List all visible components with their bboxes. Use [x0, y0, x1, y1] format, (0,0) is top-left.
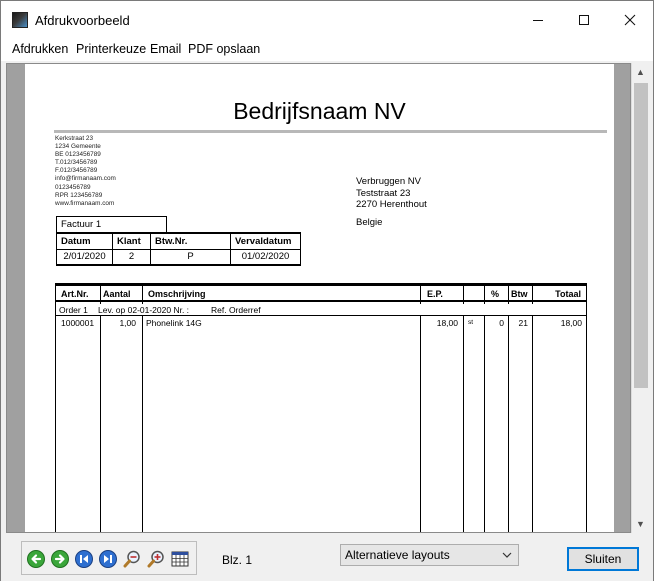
column-divider: [420, 284, 421, 532]
cell-unit: st: [468, 319, 474, 326]
sender-line: 1234 Gemeente: [55, 143, 101, 151]
column-divider: [508, 284, 509, 532]
window-title: Afdrukvoorbeeld: [35, 13, 130, 28]
menu-afdrukken[interactable]: Afdrukken: [12, 42, 68, 56]
minimize-icon: [533, 20, 543, 21]
invoice-number: Factuur 1: [56, 216, 167, 232]
cell-totaal: 18,00: [560, 318, 582, 328]
order-row: Order 1 Lev. op 02-01-2020 Nr. : Ref. Or…: [56, 304, 586, 316]
column-divider: [532, 284, 533, 532]
scroll-up-icon[interactable]: ▲: [636, 67, 645, 77]
sender-line: Kerkstraat 23: [55, 135, 94, 142]
cell-ep: 18,00: [436, 318, 458, 328]
navigation-toolbar: [21, 541, 197, 575]
column-divider: [463, 284, 464, 532]
order-number: Order 1: [59, 305, 88, 315]
sender-address: Kerkstraat 23 1234 Gemeente BE 012345678…: [55, 135, 116, 208]
header-omschrijving: Omschrijving: [148, 289, 206, 299]
info-value-klant: 2: [112, 248, 151, 266]
info-value-datum: 2/01/2020: [56, 248, 113, 266]
scroll-down-icon[interactable]: ▼: [636, 519, 645, 529]
header-rule: [54, 130, 607, 133]
info-value-btwnr: P: [150, 248, 231, 266]
app-icon: [12, 12, 28, 28]
sender-line: F.012/3456789: [55, 167, 98, 175]
recipient-street: Teststraat 23: [356, 187, 411, 199]
cell-artnr: 1000001: [61, 318, 95, 328]
header-pct: %: [491, 289, 500, 299]
last-page-icon[interactable]: [98, 549, 118, 569]
page-indicator: Blz. 1: [222, 553, 253, 567]
print-preview-window: Afdrukvoorbeeld Afdrukken Printerkeuze E…: [0, 0, 654, 581]
menu-pdf-opslaan[interactable]: PDF opslaan: [188, 42, 260, 56]
bottom-toolbar: Blz. 1 Alternatieve layouts Sluiten: [1, 533, 653, 581]
cell-pct: 0: [499, 318, 504, 328]
sender-line: T.012/3456789: [55, 159, 98, 167]
next-page-icon[interactable]: [50, 549, 70, 569]
recipient-address: Verbruggen NV Teststraat 23 2270 Herenth…: [356, 176, 427, 228]
previous-page-icon[interactable]: [74, 549, 94, 569]
order-reference: Ref. Orderref: [211, 305, 261, 315]
menu-bar: Afdrukken Printerkeuze Email PDF opslaan: [1, 39, 653, 61]
items-table: Art.Nr. Aantal Omschrijving E.P. % Btw T…: [55, 283, 587, 532]
sender-line: RPR 123456789: [55, 191, 103, 199]
info-header-vervaldatum: Vervaldatum: [230, 232, 301, 250]
info-header-klant: Klant: [112, 232, 151, 250]
zoom-out-icon[interactable]: [122, 549, 142, 569]
header-ep: E.P.: [427, 289, 443, 299]
info-header-btwnr: Btw.Nr.: [150, 232, 231, 250]
page-grid-icon[interactable]: [170, 549, 190, 569]
column-divider: [100, 284, 101, 532]
order-delivery: Lev. op 02-01-2020 Nr. :: [98, 305, 190, 315]
cell-aantal: 1,00: [119, 318, 136, 328]
header-artnr: Art.Nr.: [61, 289, 89, 299]
sender-line: www.firmanaam.com: [55, 199, 115, 207]
sender-line: info@firmanaam.com: [55, 175, 116, 183]
close-icon: [624, 14, 636, 26]
info-value-vervaldatum: 01/02/2020: [230, 248, 301, 266]
items-header-row: Art.Nr. Aantal Omschrijving E.P. % Btw T…: [56, 284, 586, 302]
menu-email[interactable]: Email: [150, 42, 181, 56]
sender-line: 0123456789: [55, 183, 91, 191]
alternative-layouts-select[interactable]: Alternatieve layouts: [340, 544, 519, 566]
zoom-in-icon[interactable]: [146, 549, 166, 569]
minimize-button[interactable]: [515, 1, 561, 39]
column-divider: [484, 284, 485, 532]
header-btw: Btw: [511, 289, 528, 299]
maximize-icon: [579, 15, 589, 25]
info-header-datum: Datum: [56, 232, 113, 250]
cell-btw: 21: [518, 318, 528, 328]
close-window-button[interactable]: [607, 1, 653, 39]
recipient-name: Verbruggen NV: [356, 176, 421, 187]
menu-printerkeuze[interactable]: Printerkeuze: [76, 42, 146, 56]
first-page-icon[interactable]: [26, 549, 46, 569]
chevron-down-icon: [502, 552, 512, 558]
recipient-city: 2270 Herenthout: [356, 199, 427, 210]
column-divider: [142, 284, 143, 532]
vertical-scrollbar[interactable]: ▲ ▼: [631, 63, 650, 533]
sender-line: BE 0123456789: [55, 151, 101, 159]
recipient-country: Belgie: [356, 216, 383, 228]
scrollbar-thumb[interactable]: [634, 83, 648, 388]
close-button[interactable]: Sluiten: [567, 547, 639, 571]
selected-layout: Alternatieve layouts: [345, 548, 450, 562]
maximize-button[interactable]: [561, 1, 607, 39]
preview-viewport[interactable]: Bedrijfsnaam NV Kerkstraat 23 1234 Gemee…: [6, 63, 631, 533]
title-bar: Afdrukvoorbeeld: [1, 1, 653, 39]
invoice-info-table: Datum Klant Btw.Nr. Vervaldatum 2/01/202…: [56, 232, 301, 266]
header-totaal: Totaal: [555, 289, 581, 299]
invoice-page: Bedrijfsnaam NV Kerkstraat 23 1234 Gemee…: [25, 64, 614, 532]
company-name: Bedrijfsnaam NV: [233, 98, 406, 124]
cell-omschrijving: Phonelink 14G: [146, 318, 202, 328]
header-aantal: Aantal: [103, 289, 131, 299]
